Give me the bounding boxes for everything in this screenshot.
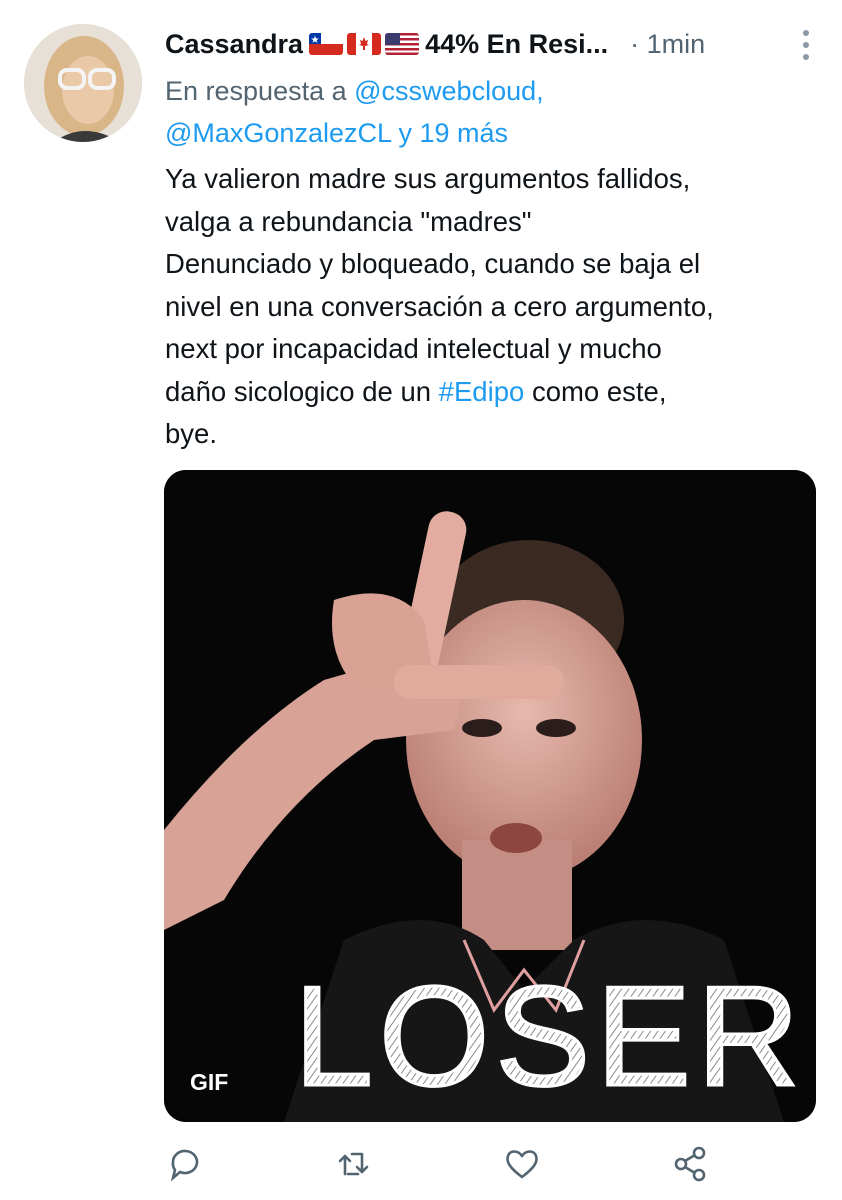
share-icon[interactable] <box>670 1144 710 1184</box>
gif-badge: GIF <box>190 1069 229 1095</box>
usa-flag-icon <box>385 33 420 55</box>
reply-context: En respuesta a @csswebcloud, @MaxGonzalez… <box>165 70 805 154</box>
reply-prefix: En respuesta a <box>165 76 355 106</box>
display-name-suffix[interactable]: 44% En Resi... <box>425 29 608 60</box>
like-icon[interactable] <box>502 1144 542 1184</box>
tweet-actions <box>0 1144 842 1184</box>
gif-image: LOSER <box>164 470 816 1122</box>
mention-maxgonzalezcl[interactable]: @MaxGonzalezCL <box>165 118 391 148</box>
timestamp[interactable]: · 1min <box>630 29 705 60</box>
tweet-text-part1: Ya valieron madre sus argumentos fallido… <box>165 163 714 407</box>
reply-icon[interactable] <box>165 1144 205 1184</box>
mention-csswebcloud[interactable]: @csswebcloud, <box>354 76 544 106</box>
tweet-text: Ya valieron madre sus argumentos fallido… <box>165 158 815 456</box>
gif-overlay-text: LOSER <box>294 957 805 1116</box>
display-name[interactable]: Cassandra <box>165 29 303 60</box>
more-options-icon[interactable] <box>794 28 818 62</box>
hashtag-link[interactable]: #Edipo <box>439 376 525 407</box>
retweet-icon[interactable] <box>335 1144 375 1184</box>
tweet-header: Cassandra 44% En Resi... · 1min <box>165 22 824 66</box>
gif-media[interactable]: LOSER GIF <box>164 470 816 1122</box>
canada-flag-icon <box>347 33 382 55</box>
avatar[interactable] <box>24 24 142 142</box>
flag-icons <box>309 33 420 55</box>
reply-others[interactable]: y 19 más <box>391 118 509 148</box>
chile-flag-icon <box>309 33 344 55</box>
